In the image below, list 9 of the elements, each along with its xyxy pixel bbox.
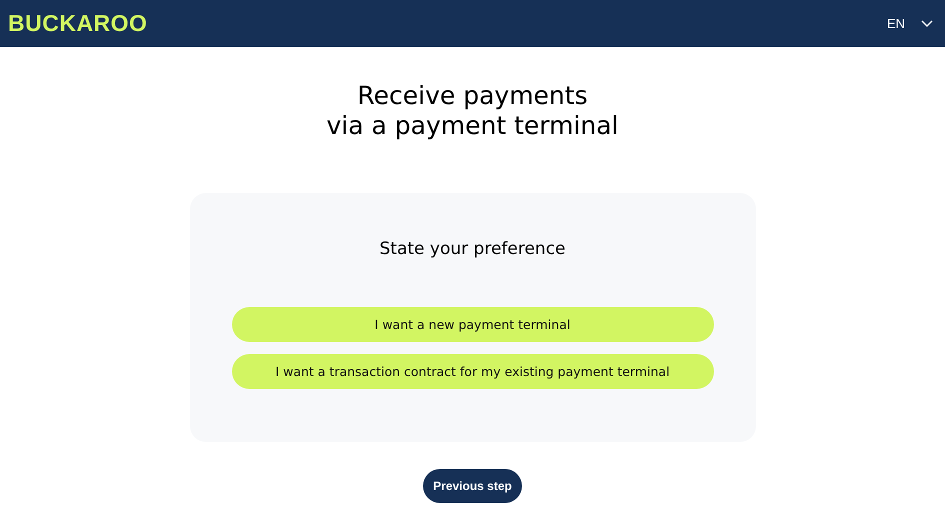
- option-button[interactable]: I want a new payment terminal: [232, 307, 714, 342]
- card-heading: State your preference: [380, 239, 566, 259]
- logo[interactable]: BUCKAROO: [8, 10, 148, 37]
- page-title: Receive payments: [357, 81, 588, 111]
- page-title: via a payment terminal: [326, 111, 619, 141]
- language-selector[interactable]: EN: [886, 16, 933, 31]
- chevron-down-icon: [921, 20, 933, 28]
- option-button[interactable]: I want a transaction contract for my existing payment terminal: [232, 354, 714, 389]
- previous-step-button[interactable]: Previous step: [423, 469, 522, 503]
